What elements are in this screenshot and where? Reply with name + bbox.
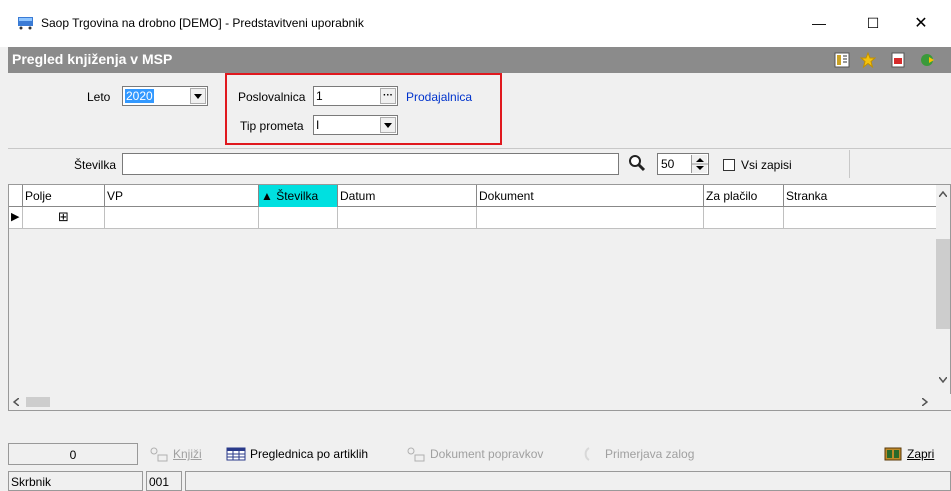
status-message xyxy=(185,471,951,491)
record-count-value: 0 xyxy=(69,448,77,462)
primerjava-zalog-label: Primerjava zalog xyxy=(605,447,695,461)
scroll-up-icon[interactable] xyxy=(939,191,947,197)
row-marker-icon: ▶ xyxy=(9,207,23,229)
record-count: 0 xyxy=(8,443,138,465)
columns-icon[interactable] xyxy=(834,52,850,68)
stevilka-label: Številka xyxy=(74,158,117,172)
preglednica-button[interactable]: Preglednica po artiklih xyxy=(226,446,368,462)
post-icon xyxy=(150,447,168,462)
zapri-button[interactable]: Zapri xyxy=(883,446,934,462)
col-vp[interactable]: VP xyxy=(105,185,259,207)
expand-icon[interactable]: ⊞ xyxy=(23,207,105,229)
form-header: Pregled knjiženja v MSP xyxy=(8,47,951,73)
header-indicator xyxy=(9,185,23,207)
scroll-right-icon[interactable] xyxy=(922,398,928,406)
leto-label: Leto xyxy=(87,90,111,104)
chevron-down-icon[interactable] xyxy=(190,88,206,104)
knjizi-label: Knjiži xyxy=(173,447,202,461)
col-stevilka[interactable]: ▲ Številka xyxy=(259,185,338,207)
title-bar: Saop Trgovina na drobno [DEMO] - Predsta… xyxy=(0,0,951,47)
compare-icon xyxy=(584,447,590,461)
highlight-box xyxy=(225,73,502,145)
status-code: 001 xyxy=(146,471,182,491)
exit-icon[interactable] xyxy=(920,52,936,68)
window-title: Saop Trgovina na drobno [DEMO] - Predsta… xyxy=(41,16,364,30)
limit-stepper[interactable]: 50 xyxy=(657,153,709,175)
stevilka-input[interactable] xyxy=(122,153,619,175)
divider xyxy=(8,148,951,149)
document-icon xyxy=(407,447,425,462)
scroll-left-icon[interactable] xyxy=(13,398,19,406)
col-za-placilo[interactable]: Za plačilo xyxy=(704,185,784,207)
search-icon[interactable] xyxy=(628,154,646,172)
scroll-thumb[interactable] xyxy=(26,397,50,407)
zapri-label: Zapri xyxy=(907,447,935,461)
leto-value: 2020 xyxy=(125,89,154,103)
table-icon xyxy=(226,447,246,461)
shopping-cart-icon xyxy=(18,17,33,30)
vertical-scrollbar[interactable] xyxy=(936,185,950,396)
scroll-thumb[interactable] xyxy=(936,239,950,329)
primerjava-zalog-button[interactable]: Primerjava zalog xyxy=(583,446,694,462)
col-stranka[interactable]: Stranka xyxy=(784,185,937,207)
knjizi-button[interactable]: Knjiži xyxy=(149,446,202,462)
status-user: Skrbnik xyxy=(8,471,143,491)
form-title: Pregled knjiženja v MSP xyxy=(12,51,173,67)
col-dokument[interactable]: Dokument xyxy=(477,185,704,207)
close-button[interactable]: ✕ xyxy=(898,8,944,38)
cell-datum[interactable] xyxy=(338,207,477,229)
col-polje[interactable]: Polje xyxy=(23,185,105,207)
cell-stevilka[interactable] xyxy=(259,207,338,229)
dokument-popravkov-button[interactable]: Dokument popravkov xyxy=(406,446,543,462)
table-row[interactable]: ▶ ⊞ xyxy=(9,207,937,229)
star-icon[interactable] xyxy=(860,52,876,68)
stepper-buttons[interactable] xyxy=(691,155,708,173)
col-datum[interactable]: Datum xyxy=(338,185,477,207)
grid-header: Polje VP ▲ Številka Datum Dokument Za pl… xyxy=(9,185,937,207)
pdf-icon[interactable] xyxy=(890,52,906,68)
maximize-button[interactable]: ☐ xyxy=(850,8,896,38)
status-bar: Skrbnik 001 xyxy=(8,470,951,491)
book-close-icon xyxy=(884,447,902,461)
cell-dokument[interactable] xyxy=(477,207,704,229)
scroll-down-icon[interactable] xyxy=(939,377,947,383)
vsi-zapisi-label: Vsi zapisi xyxy=(741,158,792,172)
horizontal-scrollbar[interactable] xyxy=(9,394,951,410)
leto-combo[interactable]: 2020 xyxy=(122,86,208,106)
vsi-zapisi-checkbox[interactable] xyxy=(723,159,735,171)
limit-value: 50 xyxy=(661,157,675,171)
divider xyxy=(849,150,850,178)
cell-stranka[interactable] xyxy=(784,207,937,229)
cell-za-placilo[interactable] xyxy=(704,207,784,229)
data-grid[interactable]: Polje VP ▲ Številka Datum Dokument Za pl… xyxy=(8,184,951,411)
dokument-popravkov-label: Dokument popravkov xyxy=(430,447,544,461)
preglednica-label: Preglednica po artiklih xyxy=(250,447,369,461)
minimize-button[interactable]: — xyxy=(796,8,842,38)
cell-vp[interactable] xyxy=(105,207,259,229)
